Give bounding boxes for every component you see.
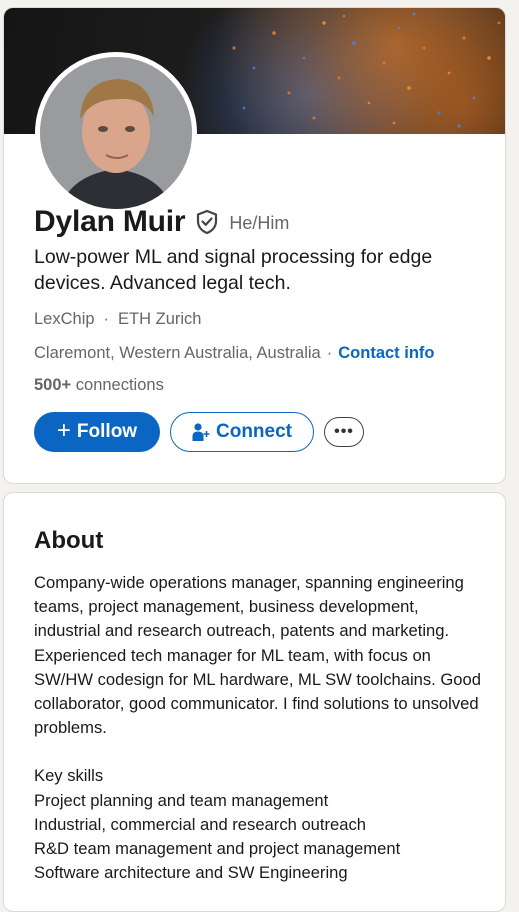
skill-item: Industrial, commercial and research outr… <box>34 814 367 834</box>
contact-info-link[interactable]: Contact info <box>338 344 434 363</box>
profile-pronouns: He/Him <box>229 212 290 233</box>
follow-button[interactable]: + Follow <box>34 412 160 452</box>
profile-avatar[interactable] <box>35 52 197 214</box>
profile-organizations: LexChip · ETH Zurich <box>34 310 201 329</box>
about-heading: About <box>34 527 104 554</box>
about-card: About Company-wide operations manager, s… <box>3 492 506 912</box>
connections-row[interactable]: 500+ connections <box>34 376 164 395</box>
more-options-button[interactable]: ••• <box>324 417 364 447</box>
ellipsis-icon: ••• <box>334 423 354 440</box>
profile-headline: Low-power ML and signal processing for e… <box>34 246 433 294</box>
organization-current[interactable]: LexChip <box>34 310 95 329</box>
separator-dot: · <box>326 344 333 362</box>
profile-card: Dylan Muir He/Him Low-power ML and signa… <box>3 7 506 484</box>
about-paragraph: Company-wide operations manager, spannin… <box>34 573 481 738</box>
connect-button[interactable]: Connect <box>170 412 314 452</box>
shield-check-icon[interactable] <box>195 209 219 235</box>
organization-education[interactable]: ETH Zurich <box>118 310 201 329</box>
skill-item: R&D team management and project manageme… <box>34 839 401 859</box>
profile-location-row: Claremont, Western Australia, Australia … <box>34 344 435 363</box>
add-person-icon <box>192 422 210 442</box>
separator-dot: · <box>103 310 110 328</box>
skill-item: Project planning and team management <box>34 790 329 810</box>
profile-name: Dylan Muir <box>34 205 186 238</box>
profile-actions: + Follow Connect ••• <box>34 412 364 452</box>
profile-location: Claremont, Western Australia, Australia <box>34 344 321 362</box>
connections-count: 500+ <box>34 376 72 394</box>
plus-icon: + <box>56 417 71 444</box>
connect-label: Connect <box>216 421 292 442</box>
skills-heading: Key skills <box>34 766 104 786</box>
skill-item: Software architecture and SW Engineering <box>34 863 348 883</box>
follow-label: Follow <box>76 421 138 442</box>
connections-label: connections <box>75 376 164 394</box>
about-text: Company-wide operations manager, spannin… <box>34 571 484 885</box>
